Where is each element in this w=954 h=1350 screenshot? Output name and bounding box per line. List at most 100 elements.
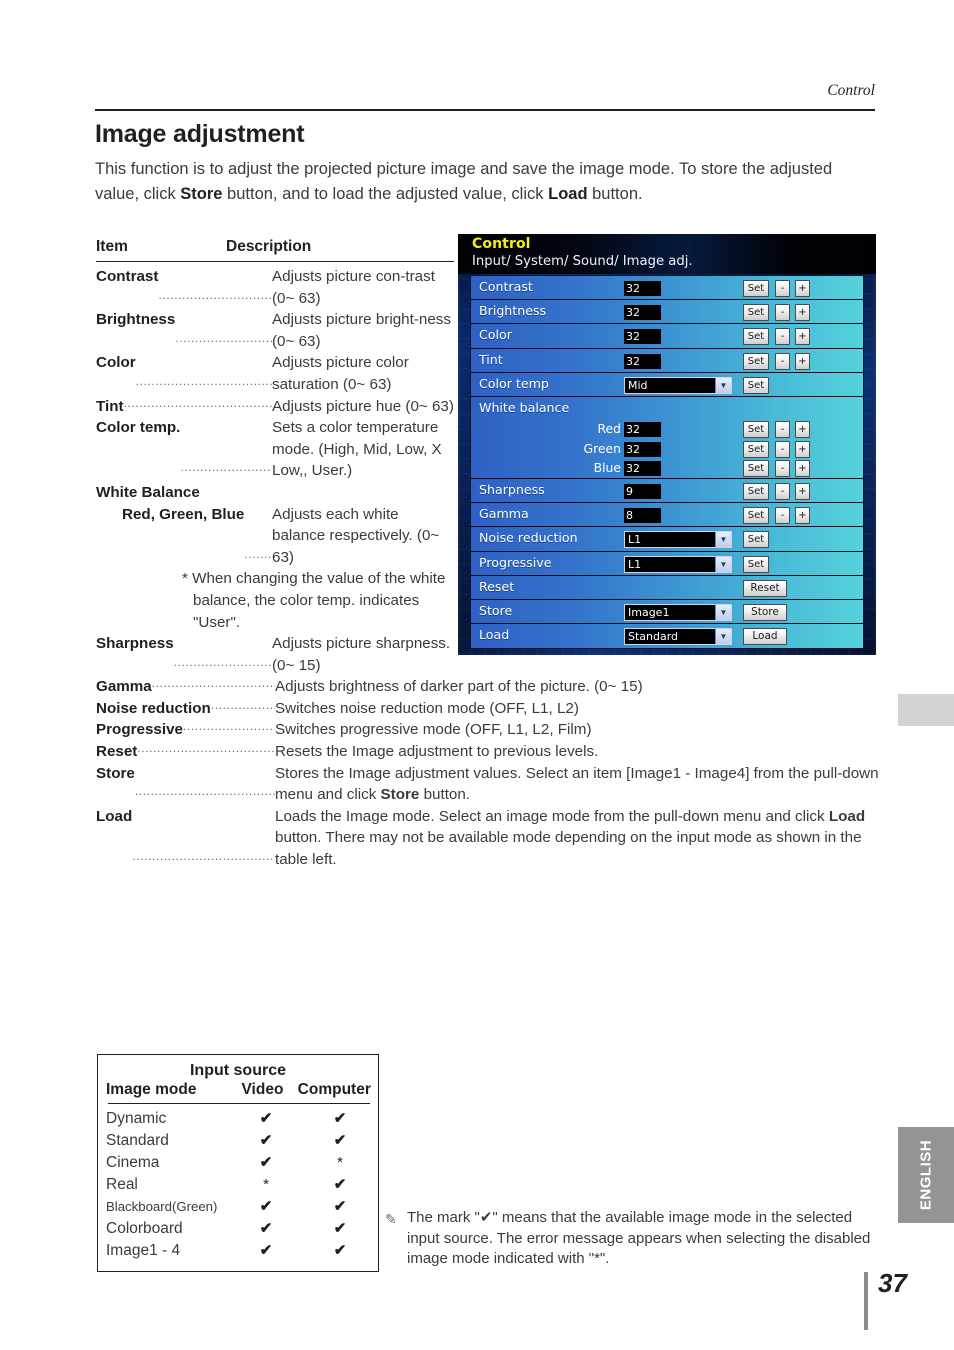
brightness-value-field[interactable]: 32 (624, 305, 661, 321)
desc-item-label: Color (96, 354, 136, 372)
color-increment-button[interactable]: + (795, 328, 810, 346)
white-balance-red-label: Red (597, 420, 621, 436)
white-balance-red-field[interactable]: 32 (624, 421, 661, 437)
leader-dots: ........................................… (132, 849, 275, 864)
gamma-value-field[interactable]: 8 (624, 508, 661, 524)
tint-set-button[interactable]: Set (743, 352, 769, 370)
sharpness-increment-button[interactable]: + (795, 482, 810, 500)
white-balance-green-field[interactable]: 32 (624, 441, 661, 457)
white-balance-blue-decrement-button[interactable]: - (775, 459, 790, 477)
reset-button[interactable]: Reset (743, 579, 787, 597)
contrast-increment-button[interactable]: + (795, 280, 810, 297)
row-label: White balance (479, 399, 570, 415)
gamma-increment-button[interactable]: + (795, 507, 810, 525)
intro-part3: button. (587, 185, 643, 203)
projector-control-panel-screenshot: Control Input/ System/ Sound/ Image adj.… (458, 234, 876, 655)
row-label: Brightness (479, 303, 547, 319)
load-dropdown[interactable]: Standard ▼ (624, 628, 732, 646)
white-balance-green-increment-button[interactable]: + (795, 440, 810, 458)
panel-row-color: Color 32 Set - + (471, 324, 863, 349)
color-set-button[interactable]: Set (743, 328, 769, 346)
brightness-set-button[interactable]: Set (743, 304, 769, 322)
brightness-decrement-button[interactable]: - (775, 304, 790, 322)
page-title: Image adjustment (95, 120, 305, 148)
desc-item-text: Stores the Image adjustment values. Sele… (275, 763, 880, 806)
white-balance-green-set-button[interactable]: Set (743, 440, 769, 458)
load-selected-value: Standard (628, 630, 679, 644)
load-desc-part2: button. There may not be available mode … (275, 829, 862, 869)
contrast-decrement-button[interactable]: - (775, 280, 790, 297)
language-tab: ENGLISH (898, 1127, 954, 1223)
desc-item-text: Switches progressive mode (OFF, L1, L2, … (275, 721, 592, 739)
noise-reduction-selected-value: L1 (628, 533, 642, 547)
store-dropdown[interactable]: Image1 ▼ (624, 603, 732, 621)
row-label: Store (479, 602, 513, 618)
tint-value-field[interactable]: 32 (624, 353, 661, 369)
progressive-set-button[interactable]: Set (743, 555, 769, 573)
row-label: Contrast (479, 279, 533, 294)
tint-decrement-button[interactable]: - (775, 352, 790, 370)
noise-reduction-set-button[interactable]: Set (743, 531, 769, 549)
panel-title: Control (472, 236, 531, 252)
gamma-set-button[interactable]: Set (743, 507, 769, 525)
white-balance-red-decrement-button[interactable]: - (775, 420, 790, 438)
contrast-value-field[interactable]: 32 (624, 281, 661, 296)
white-balance-blue-set-button[interactable]: Set (743, 459, 769, 477)
desc-item-text: Resets the Image adjustment to previous … (275, 743, 599, 761)
store-desc-bold: Store (380, 786, 420, 804)
sharpness-set-button[interactable]: Set (743, 482, 769, 500)
panel-row-progressive: Progressive L1 ▼ Set (471, 551, 863, 576)
load-button[interactable]: Load (743, 628, 787, 646)
chevron-down-icon: ▼ (715, 532, 731, 548)
desc-item-text: Adjusts picture bright-ness (0~ 63) (272, 311, 451, 350)
sharpness-decrement-button[interactable]: - (775, 482, 790, 500)
white-balance-green-decrement-button[interactable]: - (775, 440, 790, 458)
tint-increment-button[interactable]: + (795, 352, 810, 370)
leader-dots: ........................................… (151, 676, 275, 691)
video-availability-mark: ✔ (259, 1110, 273, 1128)
color-temp-dropdown[interactable]: Mid ▼ (624, 376, 732, 394)
desc-item-label: Sharpness (96, 635, 174, 653)
image-mode-name: Dynamic (106, 1110, 167, 1128)
load-desc-part1: Loads the Image mode. Select an image mo… (275, 807, 829, 825)
image-mode-name: Cinema (106, 1154, 160, 1172)
store-button[interactable]: Store (743, 603, 787, 621)
desc-item-text: Adjusts picture hue (0~ 63) (272, 397, 454, 415)
white-balance-red-set-button[interactable]: Set (743, 420, 769, 438)
video-availability-mark: ✔ (259, 1132, 273, 1150)
contrast-set-button[interactable]: Set (743, 280, 769, 297)
chevron-down-icon: ▼ (715, 556, 731, 572)
description-row: Contrast ...............................… (96, 266, 454, 309)
white-balance-blue-field[interactable]: 32 (624, 460, 661, 476)
desc-item-label: Gamma (96, 678, 152, 696)
white-balance-channels-label: Red, Green, Blue (122, 505, 245, 523)
panel-row-sharpness: Sharpness 9 Set - + (471, 478, 863, 504)
table-row: Standard ✔ ✔ (98, 1130, 378, 1152)
progressive-dropdown[interactable]: L1 ▼ (624, 555, 732, 573)
color-decrement-button[interactable]: - (775, 328, 790, 346)
panel-row-contrast: Contrast 32 Set - + (471, 276, 863, 301)
brightness-increment-button[interactable]: + (795, 304, 810, 322)
intro-load-bold: Load (548, 185, 588, 203)
gamma-decrement-button[interactable]: - (775, 507, 790, 525)
row-label: Reset (479, 578, 515, 594)
pencil-note-icon: ✎ (385, 1211, 397, 1227)
computer-availability-mark: ✔ (333, 1176, 347, 1194)
row-label: Sharpness (479, 481, 545, 497)
footnote-text: The mark "✔" means that the available im… (407, 1209, 871, 1267)
white-balance-blue-increment-button[interactable]: + (795, 459, 810, 477)
store-desc-part2: button. (419, 786, 471, 804)
color-value-field[interactable]: 32 (624, 329, 661, 345)
column-header-computer: Computer (297, 1081, 371, 1098)
color-temp-set-button[interactable]: Set (743, 376, 769, 394)
panel-row-color-temp: Color temp Mid ▼ Set (471, 372, 863, 397)
description-row: Reset ..................................… (96, 741, 880, 763)
noise-reduction-dropdown[interactable]: L1 ▼ (624, 531, 732, 549)
leader-dots: ........................................… (180, 460, 272, 475)
row-label: Color temp (479, 375, 549, 391)
sharpness-value-field[interactable]: 9 (624, 483, 661, 499)
intro-store-bold: Store (180, 185, 223, 203)
white-balance-red-increment-button[interactable]: + (795, 420, 810, 438)
computer-availability-mark: ✔ (333, 1110, 347, 1128)
desc-item-label: Load (96, 807, 133, 825)
